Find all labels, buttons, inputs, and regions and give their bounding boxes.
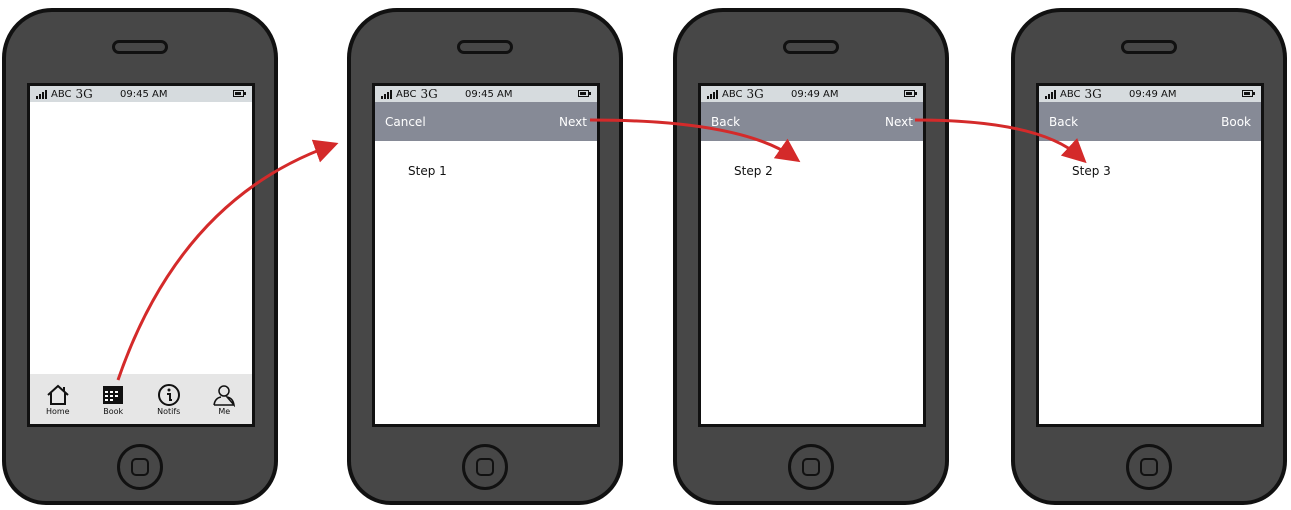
status-bar: ABC 3G 09:49 AM: [701, 86, 923, 102]
tab-book[interactable]: Book: [101, 383, 125, 416]
screen-step1: ABC 3G 09:45 AM Cancel Next Step 1: [372, 83, 600, 427]
nav-bar: Back Book: [1039, 102, 1261, 141]
step-label: Step 1: [408, 164, 447, 178]
tab-bar: Home Book Notifs Me: [30, 374, 252, 424]
speaker: [783, 40, 839, 54]
battery-icon: [904, 90, 917, 97]
time: 09:49 AM: [791, 88, 839, 100]
signal-icon: [707, 89, 718, 99]
cancel-button[interactable]: Cancel: [385, 115, 426, 129]
back-button[interactable]: Back: [711, 115, 740, 129]
network: 3G: [1084, 87, 1102, 101]
book-button[interactable]: Book: [1221, 115, 1251, 129]
user-icon: [213, 384, 236, 407]
tab-label: Book: [103, 406, 124, 416]
tab-home[interactable]: Home: [46, 383, 70, 416]
signal-icon: [36, 89, 47, 99]
next-button[interactable]: Next: [885, 115, 913, 129]
step-label: Step 2: [734, 164, 773, 178]
signal-icon: [381, 89, 392, 99]
home-icon: [47, 384, 69, 405]
status-bar: ABC 3G 09:49 AM: [1039, 86, 1261, 102]
carrier: ABC: [396, 88, 417, 100]
network: 3G: [746, 87, 764, 101]
back-button[interactable]: Back: [1049, 115, 1078, 129]
carrier: ABC: [722, 88, 743, 100]
info-icon: [157, 383, 180, 406]
network: 3G: [420, 87, 438, 101]
battery-icon: [233, 90, 246, 97]
speaker: [1121, 40, 1177, 54]
speaker: [457, 40, 513, 54]
screen-home: ABC 3G 09:45 AM Home Book Notifs Me: [27, 83, 255, 427]
signal-icon: [1045, 89, 1056, 99]
next-button[interactable]: Next: [559, 115, 587, 129]
tab-label: Home: [45, 406, 70, 416]
step-label: Step 3: [1072, 164, 1111, 178]
phone-step2: ABC 3G 09:49 AM Back Next Step 2: [673, 8, 949, 505]
status-bar: ABC 3G 09:45 AM: [30, 86, 252, 102]
tab-label: Notifs: [157, 406, 181, 416]
phone-home: ABC 3G 09:45 AM Home Book Notifs Me: [2, 8, 278, 505]
phone-step1: ABC 3G 09:45 AM Cancel Next Step 1: [347, 8, 623, 505]
tab-label: Me: [218, 406, 231, 416]
time: 09:45 AM: [465, 88, 513, 100]
network: 3G: [75, 87, 93, 101]
home-button: [788, 444, 834, 490]
phone-step3: ABC 3G 09:49 AM Back Book Step 3: [1011, 8, 1287, 505]
screen-step2: ABC 3G 09:49 AM Back Next Step 2: [698, 83, 926, 427]
status-bar: ABC 3G 09:45 AM: [375, 86, 597, 102]
time: 09:45 AM: [120, 88, 168, 100]
home-button: [117, 444, 163, 490]
home-button: [1126, 444, 1172, 490]
nav-bar: Back Next: [701, 102, 923, 141]
battery-icon: [578, 90, 591, 97]
home-button: [462, 444, 508, 490]
nav-bar: Cancel Next: [375, 102, 597, 141]
battery-icon: [1242, 90, 1255, 97]
carrier: ABC: [1060, 88, 1081, 100]
screen-step3: ABC 3G 09:49 AM Back Book Step 3: [1036, 83, 1264, 427]
tab-me[interactable]: Me: [212, 383, 236, 416]
tab-notifs[interactable]: Notifs: [157, 383, 181, 416]
speaker: [112, 40, 168, 54]
calendar-icon: [103, 385, 124, 404]
time: 09:49 AM: [1129, 88, 1177, 100]
carrier: ABC: [51, 88, 72, 100]
